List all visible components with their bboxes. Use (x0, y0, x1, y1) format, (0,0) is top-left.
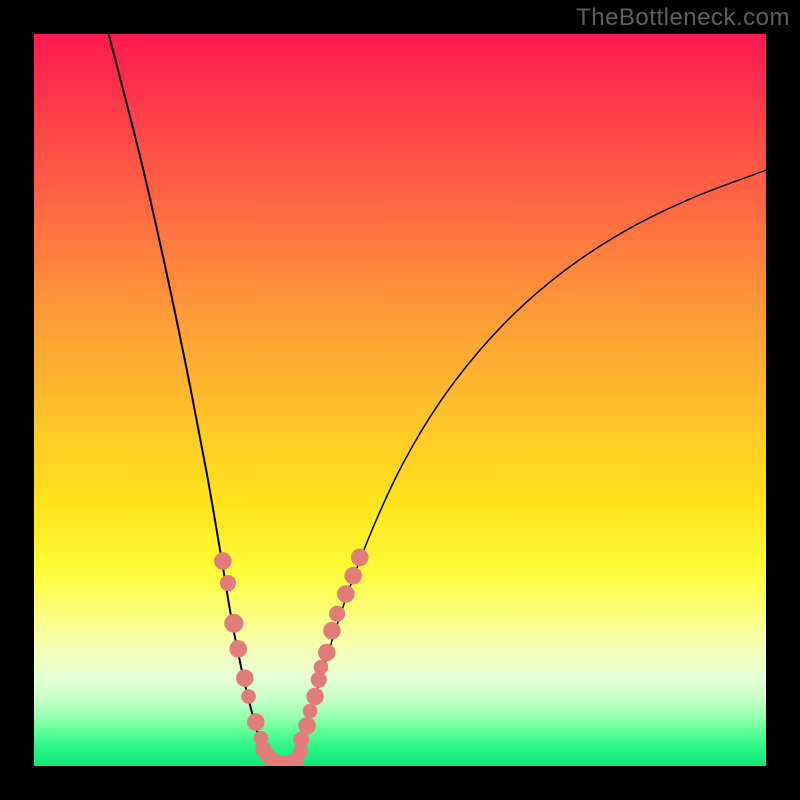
scatter-markers (214, 549, 368, 766)
marker-dot (241, 689, 256, 704)
marker-dot (214, 552, 232, 570)
marker-dot (323, 622, 341, 640)
marker-dot (247, 713, 265, 731)
left-curve (109, 34, 286, 766)
marker-dot (306, 688, 324, 706)
marker-dot (351, 549, 369, 567)
marker-dot (229, 640, 247, 658)
right-curve (286, 170, 766, 766)
marker-dot (236, 669, 254, 687)
chart-frame: TheBottleneck.com (0, 0, 800, 800)
marker-dot (344, 567, 362, 585)
marker-dot (329, 606, 345, 622)
marker-dot (298, 717, 316, 735)
marker-dot (303, 704, 318, 719)
watermark-text: TheBottleneck.com (576, 4, 790, 32)
plot-area (34, 34, 766, 766)
marker-dot (337, 585, 355, 603)
marker-dot (318, 644, 336, 662)
marker-dot (220, 575, 236, 591)
marker-dot (314, 660, 329, 675)
chart-svg (34, 34, 766, 766)
marker-dot (224, 614, 243, 633)
